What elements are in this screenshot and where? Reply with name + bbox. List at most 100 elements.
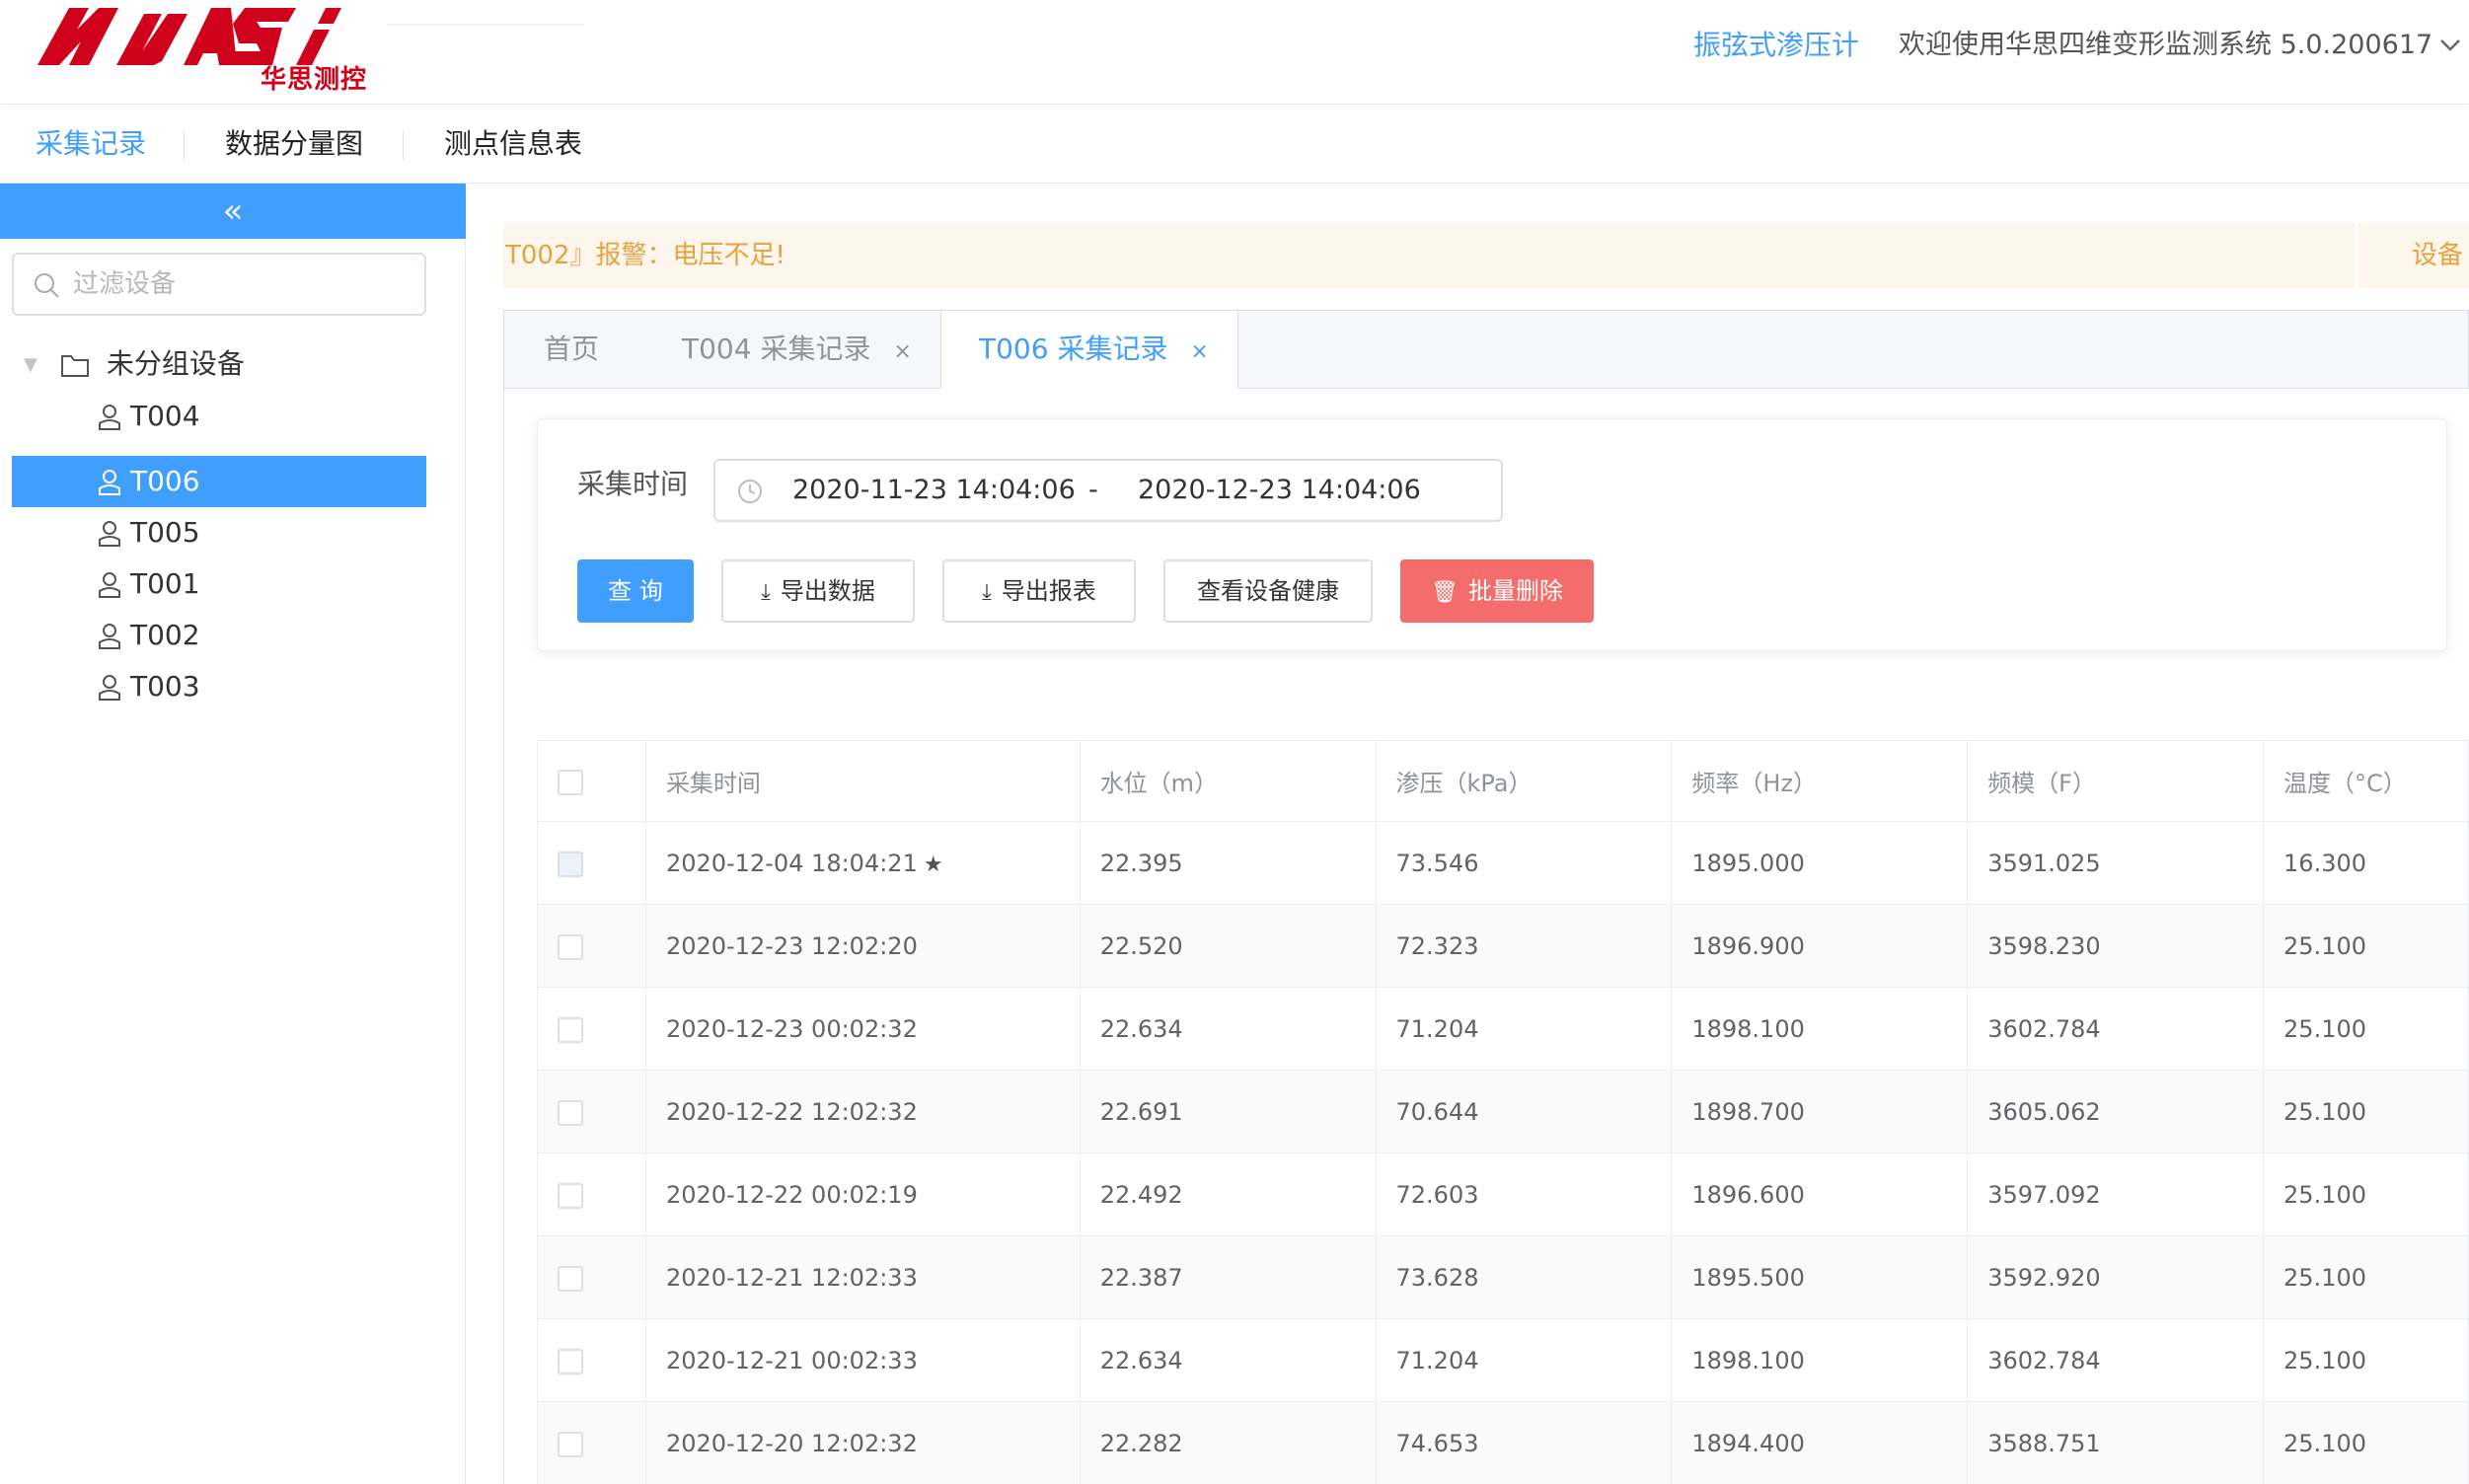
cell-frequency: 1896.900 bbox=[1671, 904, 1969, 988]
nav-item-point-info[interactable]: 测点信息表 bbox=[444, 122, 582, 166]
cell-time: 2020-12-22 00:02:19 bbox=[644, 1152, 1081, 1236]
nav-divider bbox=[184, 130, 185, 160]
export-data-button[interactable]: ⤓ 导出数据 bbox=[721, 559, 915, 623]
cell-freq-modulus: 3598.230 bbox=[1967, 904, 2265, 988]
row-select-cell[interactable] bbox=[537, 1401, 646, 1484]
tree-item-device[interactable]: T001 bbox=[12, 558, 426, 610]
row-select-cell[interactable] bbox=[537, 987, 646, 1071]
row-select-cell[interactable] bbox=[537, 821, 646, 905]
select-all-cell[interactable] bbox=[537, 740, 646, 822]
device-label: T002 bbox=[130, 619, 200, 651]
tree-item-device[interactable]: T005 bbox=[12, 507, 426, 558]
product-name[interactable]: 振弦式渗压计 bbox=[1693, 22, 1859, 69]
row-select-cell[interactable] bbox=[537, 1070, 646, 1153]
tree-item-device[interactable]: T002 bbox=[12, 610, 426, 661]
cell-pressure: 71.204 bbox=[1375, 987, 1673, 1071]
row-select-cell[interactable] bbox=[537, 904, 646, 988]
tree-group-label: 未分组设备 bbox=[106, 347, 245, 380]
row-checkbox[interactable] bbox=[558, 933, 583, 960]
date-range-end[interactable]: 2020-12-23 14:04:06 bbox=[1138, 471, 1421, 510]
device-health-button[interactable]: 查看设备健康 bbox=[1163, 559, 1373, 623]
clock-icon bbox=[738, 480, 762, 503]
collapse-sidebar-button[interactable]: « bbox=[0, 184, 466, 239]
table-row[interactable]: 2020-12-21 12:02:33 22.387 73.628 1895.5… bbox=[537, 1235, 2469, 1319]
row-checkbox[interactable] bbox=[558, 1099, 583, 1126]
device-label: T003 bbox=[130, 670, 200, 703]
chevron-down-icon[interactable] bbox=[2435, 30, 2469, 63]
row-select-cell[interactable] bbox=[537, 1152, 646, 1236]
column-header[interactable]: 温度（°C） bbox=[2263, 740, 2469, 822]
export-report-button[interactable]: ⤓ 导出报表 bbox=[942, 559, 1136, 623]
row-select-cell[interactable] bbox=[537, 1318, 646, 1402]
time-text: 2020-12-04 18:04:21 bbox=[665, 849, 918, 877]
column-header[interactable]: 水位（m） bbox=[1079, 740, 1377, 822]
tab-t006-records[interactable]: T006 采集记录 × bbox=[940, 311, 1238, 390]
device-filter[interactable] bbox=[12, 253, 426, 316]
cell-level: 22.634 bbox=[1079, 987, 1377, 1071]
device-sidebar: « ▼ 未分组设备 T004 T006 T005 bbox=[0, 184, 466, 1484]
device-icon bbox=[99, 470, 120, 495]
tree-item-device[interactable]: T004 bbox=[12, 391, 426, 442]
date-range-start[interactable]: 2020-11-23 14:04:06 bbox=[792, 471, 1076, 510]
row-select-cell[interactable] bbox=[537, 1235, 646, 1319]
row-checkbox[interactable] bbox=[558, 1016, 583, 1043]
column-header[interactable]: 频率（Hz） bbox=[1671, 740, 1969, 822]
device-filter-input[interactable] bbox=[73, 264, 409, 304]
tab-t004-records[interactable]: T004 采集记录 × bbox=[682, 311, 912, 388]
device-icon bbox=[99, 572, 120, 598]
table-row[interactable]: 2020-12-23 12:02:20 22.520 72.323 1896.9… bbox=[537, 904, 2469, 988]
row-checkbox[interactable] bbox=[558, 851, 583, 877]
cell-pressure: 73.628 bbox=[1375, 1235, 1673, 1319]
tab-label: T006 采集记录 bbox=[979, 333, 1168, 365]
table-row[interactable]: 2020-12-22 12:02:32 22.691 70.644 1898.7… bbox=[537, 1070, 2469, 1153]
table-row[interactable]: 2020-12-22 00:02:19 22.492 72.603 1896.6… bbox=[537, 1152, 2469, 1236]
nav-item-records[interactable]: 采集记录 bbox=[36, 122, 146, 166]
cell-level: 22.634 bbox=[1079, 1318, 1377, 1402]
column-header[interactable]: 频模（F） bbox=[1967, 740, 2265, 822]
cell-pressure: 71.204 bbox=[1375, 1318, 1673, 1402]
cell-temperature: 25.100 bbox=[2263, 1070, 2469, 1153]
cell-frequency: 1896.600 bbox=[1671, 1152, 1969, 1236]
query-button[interactable]: 查 询 bbox=[577, 559, 694, 623]
query-time-label: 采集时间 bbox=[577, 468, 689, 500]
nav-item-component-chart[interactable]: 数据分量图 bbox=[225, 122, 363, 166]
cell-freq-modulus: 3602.784 bbox=[1967, 987, 2265, 1071]
table-header-row: 采集时间 水位（m） 渗压（kPa） 频率（Hz） 频模（F） 温度（°C） bbox=[537, 740, 2469, 822]
cell-time: 2020-12-23 00:02:32 bbox=[644, 987, 1081, 1071]
tab-bar: 首页 T004 采集记录 × T006 采集记录 × bbox=[503, 310, 2469, 390]
caret-down-icon[interactable]: ▼ bbox=[24, 340, 51, 390]
column-header[interactable]: 渗压（kPa） bbox=[1375, 740, 1673, 822]
export-report-label: 导出报表 bbox=[1001, 577, 1096, 605]
cell-level: 22.395 bbox=[1079, 821, 1377, 905]
cell-level: 22.691 bbox=[1079, 1070, 1377, 1153]
alert-marquee-tail: 设备 bbox=[2358, 223, 2469, 288]
tree-group-ungrouped[interactable]: ▼ 未分组设备 bbox=[24, 339, 245, 389]
table-row[interactable]: 2020-12-21 00:02:33 22.634 71.204 1898.1… bbox=[537, 1318, 2469, 1402]
export-data-label: 导出数据 bbox=[780, 577, 875, 605]
select-all-checkbox[interactable] bbox=[558, 769, 583, 795]
batch-delete-button[interactable]: 🗑 批量删除 bbox=[1400, 559, 1594, 623]
cell-freq-modulus: 3605.062 bbox=[1967, 1070, 2265, 1153]
row-checkbox[interactable] bbox=[558, 1265, 583, 1292]
table-row[interactable]: 2020-12-20 12:02:32 22.282 74.653 1894.4… bbox=[537, 1401, 2469, 1484]
cell-pressure: 73.546 bbox=[1375, 821, 1673, 905]
cell-time: 2020-12-22 12:02:32 bbox=[644, 1070, 1081, 1153]
date-range-picker[interactable]: 2020-11-23 14:04:06 - 2020-12-23 14:04:0… bbox=[713, 459, 1503, 522]
tab-home[interactable]: 首页 bbox=[544, 311, 599, 388]
table-row[interactable]: 2020-12-04 18:04:21 ★ 22.395 73.546 1895.… bbox=[537, 821, 2469, 905]
tab-label: T004 采集记录 bbox=[682, 333, 871, 365]
batch-delete-label: 批量删除 bbox=[1467, 577, 1563, 605]
close-icon[interactable]: × bbox=[893, 314, 911, 391]
tree-item-device[interactable]: T003 bbox=[12, 661, 426, 712]
row-checkbox[interactable] bbox=[558, 1431, 583, 1457]
column-header[interactable]: 采集时间 bbox=[644, 740, 1081, 822]
tree-item-device-selected[interactable]: T006 bbox=[12, 456, 426, 507]
row-checkbox[interactable] bbox=[558, 1348, 583, 1374]
cell-temperature: 25.100 bbox=[2263, 1235, 2469, 1319]
download-icon: ⤓ bbox=[761, 580, 771, 605]
cell-frequency: 1898.700 bbox=[1671, 1070, 1969, 1153]
cell-temperature: 25.100 bbox=[2263, 1401, 2469, 1484]
close-icon[interactable]: × bbox=[1190, 314, 1208, 391]
table-row[interactable]: 2020-12-23 00:02:32 22.634 71.204 1898.1… bbox=[537, 987, 2469, 1071]
row-checkbox[interactable] bbox=[558, 1182, 583, 1209]
